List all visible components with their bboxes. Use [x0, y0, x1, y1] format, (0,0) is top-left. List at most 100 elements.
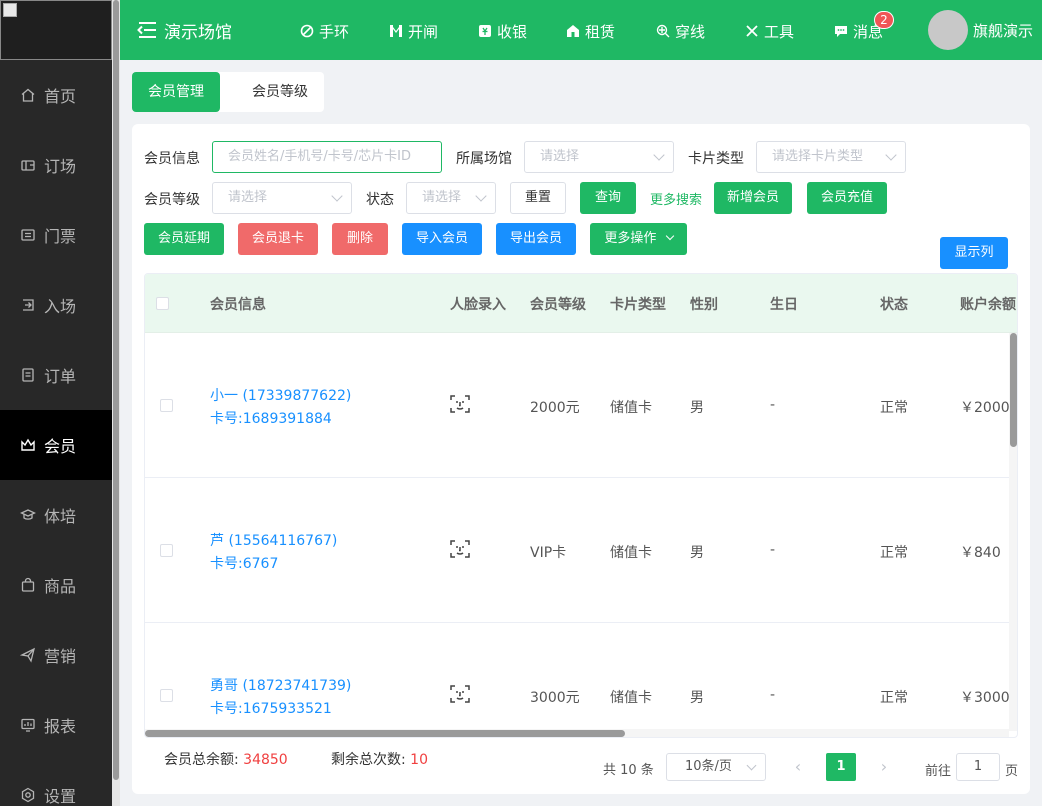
member-level-select[interactable]: 请选择	[212, 182, 352, 214]
row-checkbox[interactable]	[160, 544, 173, 557]
sidebar-item-court[interactable]: 订场	[0, 130, 112, 200]
sidebar-item-member[interactable]: 会员	[0, 410, 112, 480]
member-card-number[interactable]: 卡号:1689391884	[210, 408, 332, 428]
topbar-item-label: 租赁	[585, 22, 616, 41]
import-members-button[interactable]: 导入会员	[402, 223, 482, 255]
select-all-checkbox[interactable]	[156, 297, 169, 310]
scrollbar-thumb[interactable]	[113, 0, 119, 780]
topbar-rent[interactable]: 租赁	[566, 20, 615, 42]
more-actions-label: 更多操作	[604, 231, 657, 246]
scrollbar-thumb[interactable]	[1010, 333, 1017, 447]
gender: 男	[690, 545, 704, 561]
gender: 男	[690, 400, 704, 416]
more-actions-button[interactable]: 更多操作	[590, 223, 687, 255]
goto-page-input[interactable]: 1	[956, 753, 1000, 781]
gender: 男	[690, 690, 704, 706]
remaining-count-value: 10	[410, 752, 428, 768]
card-type: 储值卡	[610, 400, 652, 416]
reset-button[interactable]: 重置	[510, 182, 566, 214]
topbar-gate[interactable]: 开闸	[389, 20, 438, 42]
sidebar-item-home[interactable]: 首页	[0, 60, 112, 130]
table-vertical-scrollbar[interactable]	[1009, 333, 1017, 731]
export-members-button[interactable]: 导出会员	[496, 223, 576, 255]
next-page-icon[interactable]: ›	[870, 753, 898, 781]
table-row[interactable]: 勇哥 (18723741739) 卡号:1675933521 3000元 储值卡…	[145, 623, 1017, 737]
card-type-select[interactable]: 请选择卡片类型	[756, 141, 906, 173]
sidebar-item-order[interactable]: 订单	[0, 340, 112, 410]
topbar-item-label: 穿线	[675, 22, 706, 41]
show-columns-button[interactable]: 显示列	[940, 237, 1008, 269]
row-checkbox[interactable]	[160, 689, 173, 702]
sidebar-item-label: 会员	[44, 437, 77, 456]
venue-select[interactable]: 请选择	[524, 141, 674, 173]
page-number-current[interactable]: 1	[826, 753, 856, 781]
sidebar-scrollbar[interactable]	[112, 0, 120, 806]
topbar-item-label: 收银	[497, 22, 528, 41]
order-icon	[20, 367, 36, 383]
sidebar-item-training[interactable]: 体培	[0, 480, 112, 550]
prev-page-icon[interactable]: ‹	[784, 753, 812, 781]
status: 正常	[880, 690, 908, 706]
member-name-link[interactable]: 小一 (17339877622)	[210, 385, 351, 405]
table-row[interactable]: 小一 (17339877622) 卡号:1689391884 2000元 储值卡…	[145, 333, 1017, 478]
birthday: -	[770, 687, 776, 703]
sidebar-item-goods[interactable]: 商品	[0, 550, 112, 620]
home-icon	[20, 87, 36, 103]
scrollbar-thumb[interactable]	[145, 730, 625, 737]
total-balance: 会员总余额: 34850	[164, 749, 288, 769]
topbar-tools[interactable]: 工具	[745, 20, 794, 42]
tab-member-management[interactable]: 会员管理	[132, 72, 220, 112]
birthday: -	[770, 542, 776, 558]
enter-icon	[20, 297, 36, 313]
face-scan-icon[interactable]	[449, 393, 471, 415]
member-card-number[interactable]: 卡号:1675933521	[210, 698, 332, 718]
member-info-input[interactable]: 会员姓名/手机号/卡号/芯片卡ID	[212, 141, 442, 173]
sidebar-item-settings[interactable]: 设置	[0, 760, 112, 806]
avatar[interactable]	[928, 10, 968, 50]
delete-button[interactable]: 删除	[332, 223, 388, 255]
sidebar-item-label: 商品	[44, 577, 77, 596]
recharge-button[interactable]: 会员充值	[807, 182, 887, 214]
column-header: 生日	[770, 297, 798, 313]
page-size-select[interactable]: 10条/页	[666, 753, 766, 781]
row-checkbox[interactable]	[160, 399, 173, 412]
topbar-wristband[interactable]: 手环	[300, 20, 349, 42]
venue-name[interactable]: 演示场馆	[164, 18, 232, 43]
column-header: 状态	[880, 297, 908, 313]
add-member-button[interactable]: 新增会员	[714, 182, 792, 214]
sidebar-item-report[interactable]: 报表	[0, 690, 112, 760]
sidebar-item-label: 入场	[44, 297, 77, 316]
sidebar: 首页 订场 门票 入场 订单 会员 体培 商品 营销 报表 设置	[0, 0, 112, 806]
column-header: 卡片类型	[610, 297, 666, 313]
chevron-down-icon	[665, 231, 674, 241]
chevron-down-icon	[746, 760, 757, 771]
member-card-number[interactable]: 卡号:6767	[210, 553, 278, 573]
sidebar-item-ticket[interactable]: 门票	[0, 200, 112, 270]
extend-button[interactable]: 会员延期	[144, 223, 224, 255]
member-name-link[interactable]: 勇哥 (18723741739)	[210, 675, 351, 695]
sidebar-item-enter[interactable]: 入场	[0, 270, 112, 340]
face-scan-icon[interactable]	[449, 683, 471, 705]
table-horizontal-scrollbar[interactable]	[145, 729, 1009, 737]
card-type: 储值卡	[610, 545, 652, 561]
sidebar-item-label: 订单	[44, 367, 77, 386]
user-name[interactable]: 旗舰演示	[973, 20, 1033, 41]
status: 正常	[880, 545, 908, 561]
tab-member-level[interactable]: 会员等级	[236, 72, 324, 112]
refund-card-button[interactable]: 会员退卡	[238, 223, 318, 255]
member-name-link[interactable]: 芦 (15564116767)	[210, 530, 337, 550]
sidebar-item-marketing[interactable]: 营销	[0, 620, 112, 690]
page-unit-label: 页	[1005, 764, 1019, 779]
table-row[interactable]: 芦 (15564116767) 卡号:6767 VIP卡 储值卡 男 - 正常 …	[145, 478, 1017, 623]
more-search-link[interactable]: 更多搜索	[650, 189, 702, 208]
broken-image-icon	[3, 3, 17, 17]
training-icon	[20, 507, 36, 523]
member-card: 会员信息 会员姓名/手机号/卡号/芯片卡ID 所属场馆 请选择 卡片类型 请选择…	[132, 124, 1030, 794]
menu-collapse-icon[interactable]	[136, 20, 158, 40]
report-icon	[20, 717, 36, 733]
query-button[interactable]: 查询	[580, 182, 636, 214]
status-select[interactable]: 请选择	[406, 182, 496, 214]
topbar-cashier[interactable]: 收银	[478, 20, 527, 42]
face-scan-icon[interactable]	[449, 538, 471, 560]
topbar-string[interactable]: 穿线	[656, 20, 705, 42]
